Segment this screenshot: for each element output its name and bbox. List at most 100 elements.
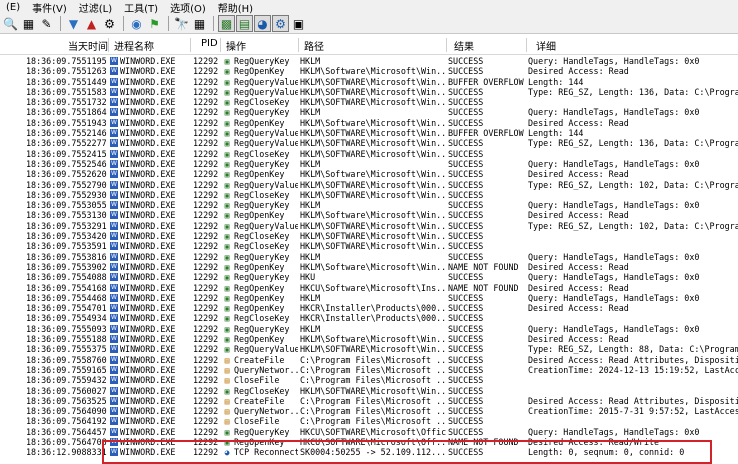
options-icon[interactable]: ⚙ xyxy=(101,15,118,32)
table-row[interactable]: 18:36:09.7553902 W WINWORD.EXE 12292 ▣ RegOpe… xyxy=(0,262,738,272)
result-cell: SUCCESS xyxy=(448,395,484,406)
properties-icon[interactable]: ▦ xyxy=(20,15,37,32)
header-process[interactable]: 进程名称 xyxy=(114,38,154,53)
header-pid[interactable]: PID xyxy=(201,38,218,49)
header-time[interactable]: 当天时间 xyxy=(68,38,108,53)
highlight-icon[interactable]: ▲ xyxy=(83,15,100,32)
table-row[interactable]: 18:36:09.7559432 W WINWORD.EXE 12292 ▤ CloseF… xyxy=(0,375,738,385)
header-path[interactable]: 路径 xyxy=(304,38,324,53)
registry-icon: ▣ xyxy=(224,139,230,149)
word-app-icon: W xyxy=(110,396,118,405)
table-row[interactable]: 18:36:09.7553055 W WINWORD.EXE 12292 ▣ RegQue… xyxy=(0,200,738,210)
time-cell: 18:36:09.7552620 xyxy=(26,169,107,180)
path-cell: HKCU\SOFTWARE\Microsoft\Office xyxy=(300,426,446,437)
table-row[interactable]: 18:36:09.7554088 W WINWORD.EXE 12292 ▣ RegQue… xyxy=(0,272,738,282)
table-row[interactable]: 18:36:09.7552146 W WINWORD.EXE 12292 ▣ RegQue… xyxy=(0,128,738,138)
word-app-icon: W xyxy=(110,180,118,189)
menu-item[interactable]: 帮助(H) xyxy=(212,0,259,15)
path-cell: HKLM\SOFTWARE\Microsoft\Win... xyxy=(300,86,446,97)
file-icon[interactable]: ▤ xyxy=(236,15,253,32)
registry-icon: ▣ xyxy=(224,77,230,87)
table-row[interactable]: 18:36:09.7552620 W WINWORD.EXE 12292 ▣ RegOpe… xyxy=(0,169,738,179)
operation-cell: RegOpenKey xyxy=(234,334,285,345)
table-row[interactable]: 18:36:09.7551263 W WINWORD.EXE 12292 ▣ RegOpe… xyxy=(0,66,738,76)
header-result[interactable]: 结果 xyxy=(454,38,474,53)
pid-cell: 12292 xyxy=(193,261,219,272)
header-operation[interactable]: 操作 xyxy=(226,38,246,53)
toolbar-divider xyxy=(168,16,169,31)
table-row[interactable]: 18:36:09.7553291 W WINWORD.EXE 12292 ▣ RegQue… xyxy=(0,221,738,231)
jump-icon[interactable]: ▦ xyxy=(191,15,208,32)
table-row[interactable]: 18:36:09.7551449 W WINWORD.EXE 12292 ▣ RegQue… xyxy=(0,77,738,87)
operation-cell: RegCloseKey xyxy=(234,231,290,242)
pid-cell: 12292 xyxy=(193,375,219,386)
header-detail[interactable]: 详细 xyxy=(536,38,556,53)
detail-cell: Desired Access: Read xyxy=(528,117,629,128)
time-cell: 18:36:09.7553420 xyxy=(26,231,107,242)
table-row[interactable]: 18:36:09.7555188 W WINWORD.EXE 12292 ▣ RegOpe… xyxy=(0,334,738,344)
operation-cell: RegCloseKey xyxy=(234,313,290,324)
process-icon[interactable]: ⚙ xyxy=(272,15,289,32)
table-row[interactable]: 18:36:09.7553816 W WINWORD.EXE 12292 ▣ RegQue… xyxy=(0,252,738,262)
event-list[interactable]: 18:36:09.7551195 W WINWORD.EXE 12292 ▣ RegQue… xyxy=(0,56,738,458)
profiling-icon[interactable]: ▣ xyxy=(290,15,307,32)
registry-icon: ▣ xyxy=(224,232,230,242)
table-row[interactable]: 18:36:09.7560027 W WINWORD.EXE 12292 ▣ RegClo… xyxy=(0,386,738,396)
registry-icon: ▣ xyxy=(224,345,230,355)
table-row[interactable]: 18:36:09.7555093 W WINWORD.EXE 12292 ▣ RegQue… xyxy=(0,324,738,334)
path-cell: HKLM\Software\Microsoft\Win... xyxy=(300,334,446,345)
edit-icon[interactable]: ✎ xyxy=(38,15,55,32)
menu-item[interactable]: 选项(O) xyxy=(164,0,212,15)
highlight-annotation xyxy=(102,440,712,464)
table-row[interactable]: 18:36:09.7555375 W WINWORD.EXE 12292 ▣ RegQue… xyxy=(0,344,738,354)
table-row[interactable]: 18:36:09.7552546 W WINWORD.EXE 12292 ▣ RegQue… xyxy=(0,159,738,169)
table-row[interactable]: 18:36:09.7553130 W WINWORD.EXE 12292 ▣ RegOpe… xyxy=(0,210,738,220)
table-row[interactable]: 18:36:09.7552277 W WINWORD.EXE 12292 ▣ RegQue… xyxy=(0,138,738,148)
detail-cell: Desired Access: Read Attributes, Disposi… xyxy=(528,395,738,406)
menu-item[interactable]: 过滤(L) xyxy=(73,0,118,15)
result-cell: SUCCESS xyxy=(448,272,484,283)
toolbar-divider xyxy=(123,16,124,31)
event-icon[interactable]: ⚑ xyxy=(146,15,163,32)
table-row[interactable]: 18:36:09.7554934 W WINWORD.EXE 12292 ▣ RegClo… xyxy=(0,313,738,323)
table-row[interactable]: 18:36:09.7554468 W WINWORD.EXE 12292 ▣ RegOpe… xyxy=(0,293,738,303)
registry-icon[interactable]: ▩ xyxy=(218,15,235,32)
process-cell: WINWORD.EXE xyxy=(120,179,176,190)
table-row[interactable]: 18:36:09.7551943 W WINWORD.EXE 12292 ▣ RegOpe… xyxy=(0,118,738,128)
table-row[interactable]: 18:36:09.7554701 W WINWORD.EXE 12292 ▣ RegOpe… xyxy=(0,303,738,313)
table-row[interactable]: 18:36:09.7552930 W WINWORD.EXE 12292 ▣ RegClo… xyxy=(0,190,738,200)
word-app-icon: W xyxy=(110,149,118,158)
operation-cell: RegQueryValue xyxy=(234,86,298,97)
process-cell: WINWORD.EXE xyxy=(120,220,176,231)
result-cell: SUCCESS xyxy=(448,364,484,375)
table-row[interactable]: 18:36:09.7564192 W WINWORD.EXE 12292 ▤ CloseF… xyxy=(0,416,738,426)
table-row[interactable]: 18:36:09.7551864 W WINWORD.EXE 12292 ▣ RegQue… xyxy=(0,107,738,117)
filter-icon[interactable]: ▼ xyxy=(65,15,82,32)
table-row[interactable]: 18:36:09.7553591 W WINWORD.EXE 12292 ▣ RegClo… xyxy=(0,241,738,251)
table-row[interactable]: 18:36:09.7559165 W WINWORD.EXE 12292 ▤ QueryN… xyxy=(0,365,738,375)
word-app-icon: W xyxy=(110,87,118,96)
pid-cell: 12292 xyxy=(193,364,219,375)
table-row[interactable]: 18:36:09.7551583 W WINWORD.EXE 12292 ▣ RegQue… xyxy=(0,87,738,97)
menu-item[interactable]: 工具(T) xyxy=(118,0,164,15)
table-row[interactable]: 18:36:09.7563525 W WINWORD.EXE 12292 ▤ Create… xyxy=(0,396,738,406)
table-row[interactable]: 18:36:09.7552415 W WINWORD.EXE 12292 ▣ RegClo… xyxy=(0,149,738,159)
table-row[interactable]: 18:36:09.7551195 W WINWORD.EXE 12292 ▣ RegQue… xyxy=(0,56,738,66)
table-row[interactable]: 18:36:09.7554168 W WINWORD.EXE 12292 ▣ RegOpe… xyxy=(0,283,738,293)
menu-item[interactable]: 事件(V) xyxy=(26,0,73,15)
table-row[interactable]: 18:36:09.7551732 W WINWORD.EXE 12292 ▣ RegClo… xyxy=(0,97,738,107)
word-app-icon: W xyxy=(110,232,118,241)
table-row[interactable]: 18:36:09.7564457 W WINWORD.EXE 12292 ▣ RegQue… xyxy=(0,427,738,437)
table-row[interactable]: 18:36:09.7558760 W WINWORD.EXE 12292 ▤ Create… xyxy=(0,355,738,365)
table-row[interactable]: 18:36:09.7553420 W WINWORD.EXE 12292 ▣ RegClo… xyxy=(0,231,738,241)
network-icon[interactable]: ◉ xyxy=(128,15,145,32)
registry-icon: ▣ xyxy=(224,211,230,221)
process-cell: WINWORD.EXE xyxy=(120,313,176,324)
search-icon[interactable]: 🔍 xyxy=(2,15,19,32)
table-row[interactable]: 18:36:09.7564090 W WINWORD.EXE 12292 ▤ QueryN… xyxy=(0,406,738,416)
network-activity-icon[interactable]: ◕ xyxy=(254,15,271,32)
time-cell: 18:36:09.7554701 xyxy=(26,303,107,314)
table-row[interactable]: 18:36:09.7552790 W WINWORD.EXE 12292 ▣ RegQue… xyxy=(0,180,738,190)
find-icon[interactable]: 🔭 xyxy=(173,15,190,32)
menu-item[interactable]: (E) xyxy=(0,2,26,13)
